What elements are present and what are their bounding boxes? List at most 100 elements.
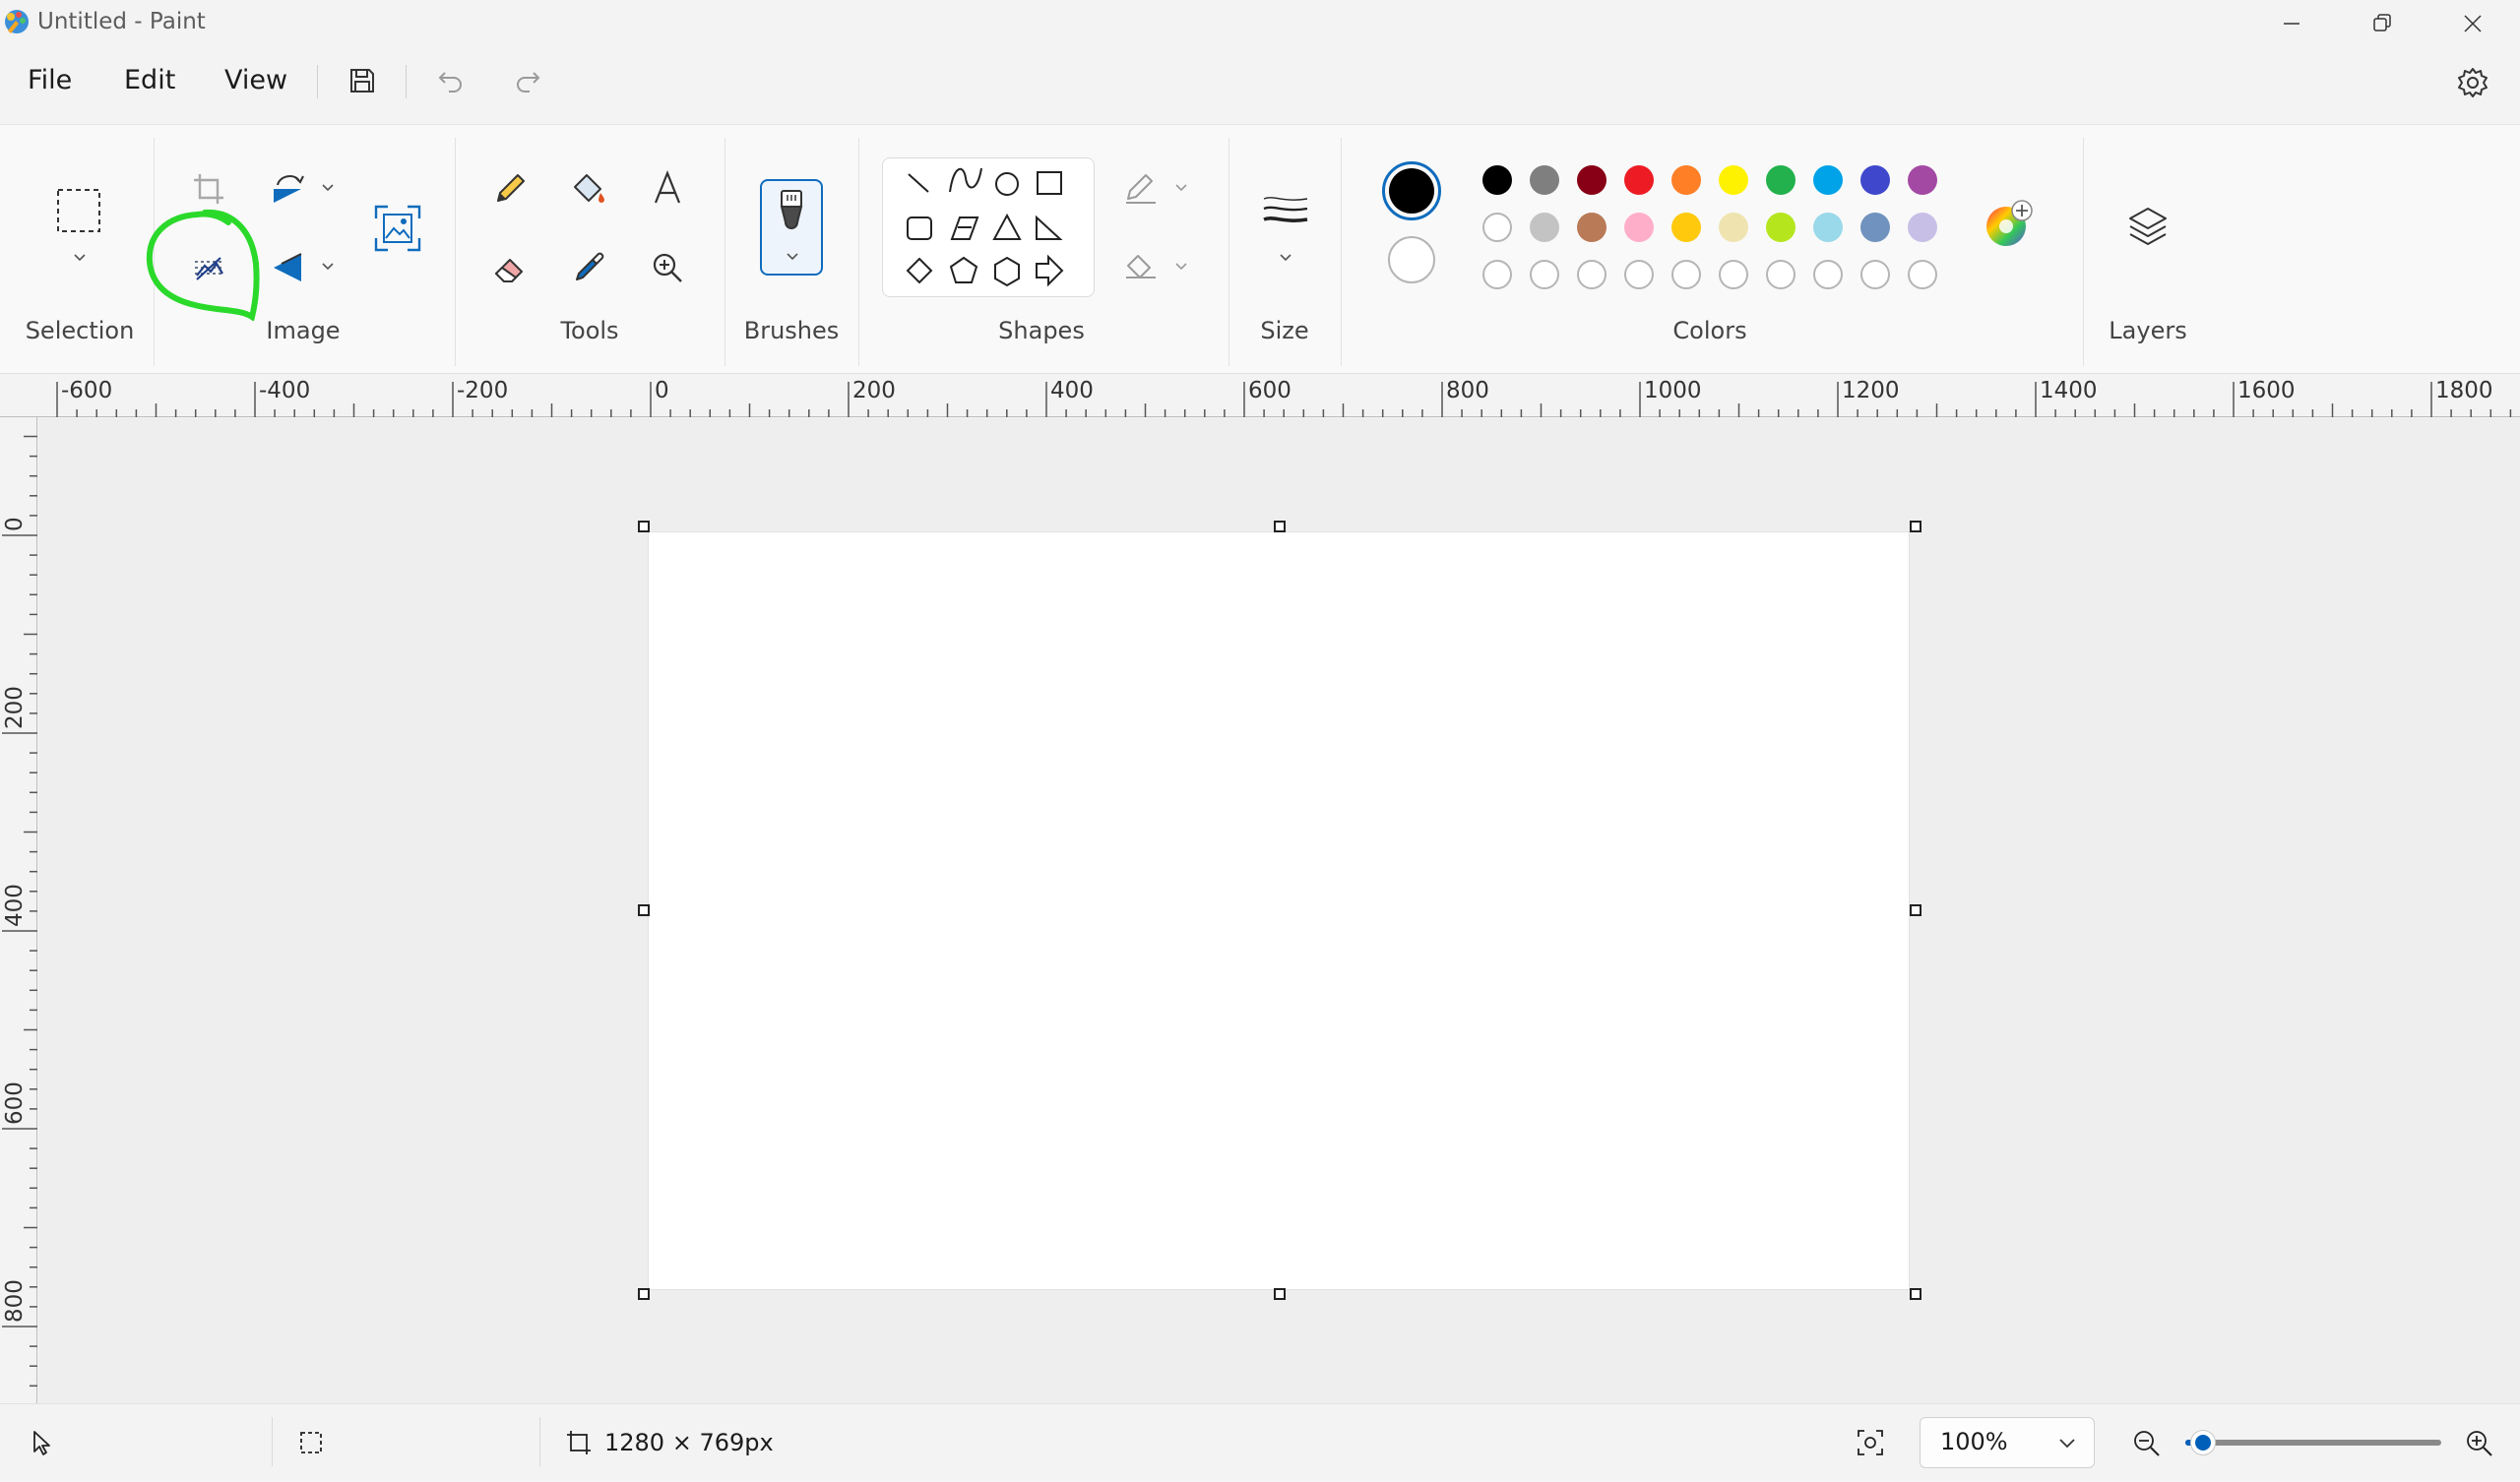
chevron-down-icon (2058, 1438, 2076, 1450)
size-dropdown[interactable] (1276, 248, 1295, 268)
group-separator (1341, 138, 1342, 366)
chevron-down-icon (1280, 254, 1292, 262)
text-button[interactable] (640, 161, 695, 216)
primary-color-swatch (1389, 168, 1434, 214)
palette-swatch[interactable] (1860, 213, 1890, 242)
menu-view[interactable]: View (224, 65, 287, 95)
fit-to-window-icon (1858, 1430, 1883, 1455)
group-label-tools: Tools (560, 317, 619, 344)
custom-color-slot[interactable] (1813, 260, 1843, 289)
zoom-level-dropdown[interactable]: 100% (1920, 1417, 2095, 1468)
outline-dropdown[interactable] (1171, 178, 1191, 198)
palette-swatch[interactable] (1530, 213, 1559, 242)
palette-swatch[interactable] (1624, 213, 1654, 242)
size-button[interactable] (1258, 183, 1313, 238)
undo-icon (438, 72, 462, 93)
custom-color-slot[interactable] (1671, 260, 1701, 289)
resize-handle-top[interactable] (1274, 521, 1286, 532)
restore-button[interactable] (2337, 0, 2427, 47)
custom-color-slot[interactable] (1624, 260, 1654, 289)
palette-swatch[interactable] (1860, 165, 1890, 195)
primary-color-button[interactable] (1382, 161, 1441, 220)
palette-swatch[interactable] (1671, 213, 1701, 242)
diamond-shape-icon (906, 257, 933, 284)
color-picker-button[interactable] (561, 240, 616, 295)
secondary-color-button[interactable] (1388, 236, 1435, 283)
palette-swatch[interactable] (1530, 165, 1559, 195)
resize-handle-top-left[interactable] (638, 521, 650, 532)
custom-color-slot[interactable] (1577, 260, 1606, 289)
resize-handle-bottom-left[interactable] (638, 1288, 650, 1300)
custom-color-slot[interactable] (1482, 260, 1512, 289)
resize-button[interactable] (370, 201, 425, 256)
oval-shape-icon (995, 172, 1019, 196)
custom-color-slot[interactable] (1860, 260, 1890, 289)
menu-edit[interactable]: Edit (124, 65, 175, 95)
resize-image-icon (374, 205, 421, 252)
palette-swatch[interactable] (1719, 213, 1748, 242)
zoom-slider[interactable] (2185, 1430, 2441, 1455)
ruler-label: 600 (1248, 378, 1292, 403)
settings-button[interactable] (2453, 63, 2492, 102)
shape-fill-button[interactable] (1114, 240, 1169, 295)
eraser-button[interactable] (482, 240, 537, 295)
save-button[interactable] (343, 61, 382, 100)
ruler-label: 400 (2, 884, 28, 927)
selection-dropdown[interactable] (70, 248, 90, 268)
outline-button[interactable] (1114, 161, 1169, 216)
palette-swatch[interactable] (1908, 213, 1937, 242)
flip-dropdown[interactable] (318, 257, 338, 277)
canvas-size-icon (565, 1429, 593, 1456)
zoom-slider-thumb[interactable] (2190, 1430, 2217, 1455)
palette-swatch[interactable] (1482, 165, 1512, 195)
palette-swatch[interactable] (1577, 165, 1606, 195)
palette-swatch[interactable] (1813, 165, 1843, 195)
edit-colors-button[interactable] (1983, 197, 2036, 250)
fill-button[interactable] (561, 161, 616, 216)
group-separator (858, 138, 859, 366)
resize-handle-bottom[interactable] (1274, 1288, 1286, 1300)
menu-file[interactable]: File (28, 65, 72, 95)
layers-button[interactable] (2120, 199, 2175, 254)
custom-color-slot[interactable] (1766, 260, 1796, 289)
rotate-dropdown[interactable] (318, 178, 338, 198)
palette-swatch[interactable] (1766, 213, 1796, 242)
palette-swatch[interactable] (1908, 165, 1937, 195)
custom-color-slot[interactable] (1719, 260, 1748, 289)
chevron-down-icon (322, 263, 334, 271)
close-button[interactable] (2427, 0, 2518, 47)
redo-button[interactable] (508, 61, 547, 100)
palette-swatch[interactable] (1766, 165, 1796, 195)
flip-button[interactable] (260, 240, 315, 295)
resize-handle-right[interactable] (1910, 904, 1922, 916)
custom-color-slot[interactable] (1530, 260, 1559, 289)
group-label-brushes: Brushes (743, 317, 840, 344)
palette-swatch[interactable] (1813, 213, 1843, 242)
chevron-down-icon (1175, 184, 1187, 192)
drawing-canvas[interactable] (648, 531, 1910, 1290)
rotate-button[interactable] (260, 161, 315, 216)
palette-swatch[interactable] (1482, 213, 1512, 242)
palette-swatch[interactable] (1577, 213, 1606, 242)
group-separator (724, 138, 725, 366)
custom-color-slot[interactable] (1908, 260, 1937, 289)
resize-handle-bottom-right[interactable] (1910, 1288, 1922, 1300)
palette-swatch[interactable] (1719, 165, 1748, 195)
palette-swatch[interactable] (1624, 165, 1654, 195)
eraser-icon (495, 259, 523, 282)
resize-handle-top-right[interactable] (1910, 521, 1922, 532)
chevron-down-icon (74, 254, 86, 262)
palette-swatch[interactable] (1671, 165, 1701, 195)
zoom-in-button[interactable] (2461, 1425, 2496, 1460)
resize-handle-left[interactable] (638, 904, 650, 916)
minimize-button[interactable] (2246, 0, 2337, 47)
pencil-button[interactable] (482, 161, 537, 216)
zoom-out-button[interactable] (2128, 1425, 2164, 1460)
selection-size-indicator (297, 1429, 325, 1456)
magnifier-button[interactable] (640, 240, 695, 295)
fit-to-window-button[interactable] (1853, 1425, 1888, 1460)
selection-tool-button[interactable] (51, 183, 106, 238)
shape-fill-dropdown[interactable] (1171, 257, 1191, 277)
brushes-button[interactable] (760, 179, 823, 276)
undo-button[interactable] (431, 61, 471, 100)
